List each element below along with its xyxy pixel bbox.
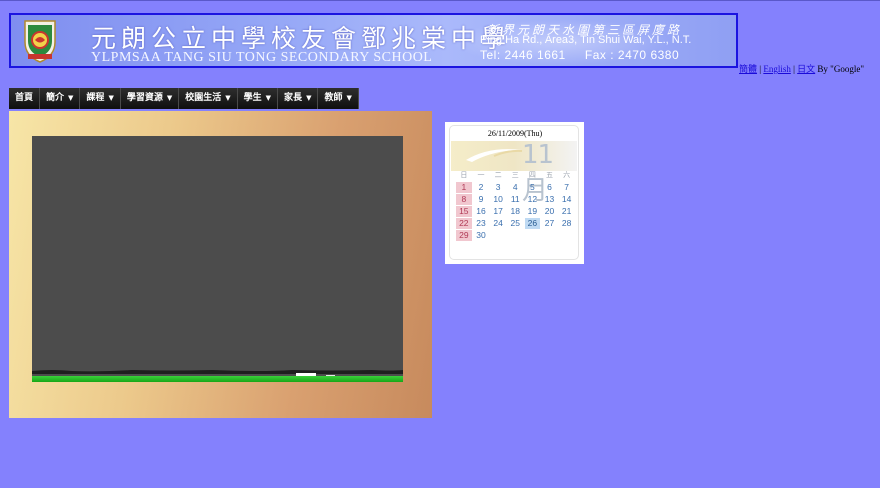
nav-label: 校園生活 bbox=[185, 93, 222, 103]
calendar-day[interactable]: 16 bbox=[473, 206, 489, 217]
calendar-day[interactable]: 17 bbox=[490, 206, 506, 217]
chevron-down-icon: ▼ bbox=[225, 94, 231, 102]
calendar-day-today[interactable]: 26 bbox=[524, 218, 541, 229]
calendar-day[interactable]: 8 bbox=[456, 194, 472, 205]
simplified-chinese-link[interactable]: 簡體 bbox=[739, 64, 757, 74]
calendar-day[interactable]: 24 bbox=[490, 218, 506, 229]
weekday-label: 四 bbox=[528, 172, 536, 179]
calendar-day[interactable]: 25 bbox=[507, 218, 523, 229]
school-crest-icon bbox=[24, 20, 56, 63]
calendar-day[interactable]: 28 bbox=[559, 218, 575, 229]
chevron-down-icon: ▼ bbox=[265, 94, 272, 102]
calendar-day[interactable]: 27 bbox=[542, 218, 558, 229]
weekday-label: 一 bbox=[477, 172, 485, 179]
nav-item-parents[interactable]: 家長 ▼ bbox=[278, 88, 319, 109]
calendar-week: 8 9 10 11 12 13 14 bbox=[456, 194, 576, 206]
nav-item-curriculum[interactable]: 課程 ▼ bbox=[80, 88, 121, 109]
school-banner[interactable]: 元朗公立中學校友會鄧兆棠中學 YLPMSAA TANG SIU TONG SEC… bbox=[9, 13, 738, 68]
nav-item-home[interactable]: 首頁 bbox=[9, 88, 41, 109]
swoosh-icon bbox=[466, 149, 523, 162]
calendar-day[interactable]: 10 bbox=[490, 194, 506, 205]
calendar-day[interactable]: 4 bbox=[507, 182, 523, 193]
calendar-frame: 26/11/2009(Thu) 11月 日 一 二 三 四 五 六 1 2 3 … bbox=[449, 125, 579, 260]
calendar-week: 1 2 3 4 5 6 7 bbox=[456, 182, 576, 194]
chevron-down-icon: ▼ bbox=[108, 94, 114, 102]
slideshow-screen[interactable] bbox=[32, 136, 403, 382]
nav-label: 教師 bbox=[324, 93, 343, 103]
calendar-day[interactable]: 14 bbox=[559, 194, 575, 205]
calendar-day[interactable]: 12 bbox=[525, 194, 541, 205]
calendar-day[interactable]: 5 bbox=[525, 182, 541, 193]
nav-label: 首頁 bbox=[15, 93, 34, 103]
weekday-label: 五 bbox=[546, 172, 554, 179]
nav-item-learning-resources[interactable]: 學習資源 ▼ bbox=[120, 88, 180, 109]
calendar-grid: 日 一 二 三 四 五 六 1 2 3 4 5 6 7 8 9 10 11 12… bbox=[456, 170, 576, 242]
address-english: Ping Ha Rd., Area3, Tin Shui Wai, Y.L., … bbox=[480, 34, 692, 46]
nav-label: 課程 bbox=[86, 93, 105, 103]
slideshow-panel bbox=[9, 111, 432, 418]
calendar-day[interactable]: 30 bbox=[473, 230, 489, 241]
calendar-day[interactable]: 9 bbox=[473, 194, 489, 205]
school-name-english: YLPMSAA TANG SIU TONG SECONDARY SCHOOL bbox=[91, 50, 433, 65]
nav-label: 學習資源 bbox=[126, 93, 163, 103]
chevron-down-icon: ▼ bbox=[346, 94, 352, 102]
nav-item-students[interactable]: 學生 ▼ bbox=[237, 88, 279, 109]
calendar-day[interactable]: 7 bbox=[559, 182, 575, 193]
nav-item-about[interactable]: 簡介 ▼ bbox=[40, 88, 81, 109]
nav-item-teachers[interactable]: 教師 ▼ bbox=[318, 88, 359, 109]
calendar-day[interactable]: 20 bbox=[542, 206, 558, 217]
weekday-label: 二 bbox=[494, 172, 502, 179]
main-nav: 首頁 簡介 ▼ 課程 ▼ 學習資源 ▼ 校園生活 ▼ 學生 ▼ 家長 ▼ 教師 ▼ bbox=[9, 88, 359, 109]
google-credit: By "Google" bbox=[815, 64, 865, 74]
calendar-day[interactable]: 11 bbox=[507, 194, 523, 205]
nav-label: 家長 bbox=[284, 93, 303, 103]
weekday-label: 三 bbox=[511, 172, 519, 179]
calendar-day[interactable]: 15 bbox=[456, 206, 472, 217]
language-switcher: 簡體 | English | 日文 By "Google" bbox=[739, 62, 864, 75]
calendar-day[interactable]: 22 bbox=[456, 218, 472, 229]
chevron-down-icon: ▼ bbox=[68, 94, 74, 102]
chevron-down-icon: ▼ bbox=[306, 94, 312, 102]
nav-label: 學生 bbox=[243, 93, 262, 103]
weekday-label: 六 bbox=[563, 172, 571, 179]
calendar-day[interactable]: 21 bbox=[559, 206, 575, 217]
weekday-row: 日 一 二 三 四 五 六 bbox=[456, 170, 576, 182]
calendar-week: 29 30 bbox=[456, 230, 576, 242]
phone-fax: Tel: 2446 1661 Fax : 2470 6380 bbox=[480, 48, 680, 62]
weekday-label: 日 bbox=[460, 172, 468, 179]
current-date: 26/11/2009(Thu) bbox=[487, 129, 543, 138]
grass-strip bbox=[32, 376, 403, 382]
calendar-week: 22 23 24 25 26 27 28 bbox=[456, 218, 576, 230]
calendar-week: 15 16 17 18 19 20 21 bbox=[456, 206, 576, 218]
japanese-link[interactable]: 日文 bbox=[797, 64, 815, 74]
top-border bbox=[0, 0, 880, 1]
nav-label: 簡介 bbox=[46, 93, 65, 103]
calendar-widget: 26/11/2009(Thu) 11月 日 一 二 三 四 五 六 1 2 3 … bbox=[445, 122, 584, 264]
calendar-day[interactable]: 2 bbox=[473, 182, 489, 193]
calendar-day[interactable]: 3 bbox=[490, 182, 506, 193]
chevron-down-icon: ▼ bbox=[166, 94, 173, 102]
english-link[interactable]: English bbox=[763, 64, 791, 74]
calendar-day[interactable]: 29 bbox=[456, 230, 472, 241]
calendar-day[interactable]: 23 bbox=[473, 218, 489, 229]
calendar-day[interactable]: 1 bbox=[456, 182, 472, 193]
calendar-day[interactable]: 13 bbox=[542, 194, 558, 205]
hills-silhouette bbox=[32, 370, 403, 374]
calendar-day[interactable]: 6 bbox=[542, 182, 558, 193]
nav-item-campus-life[interactable]: 校園生活 ▼ bbox=[179, 88, 238, 109]
calendar-day[interactable]: 19 bbox=[525, 206, 541, 217]
calendar-day[interactable]: 18 bbox=[507, 206, 523, 217]
